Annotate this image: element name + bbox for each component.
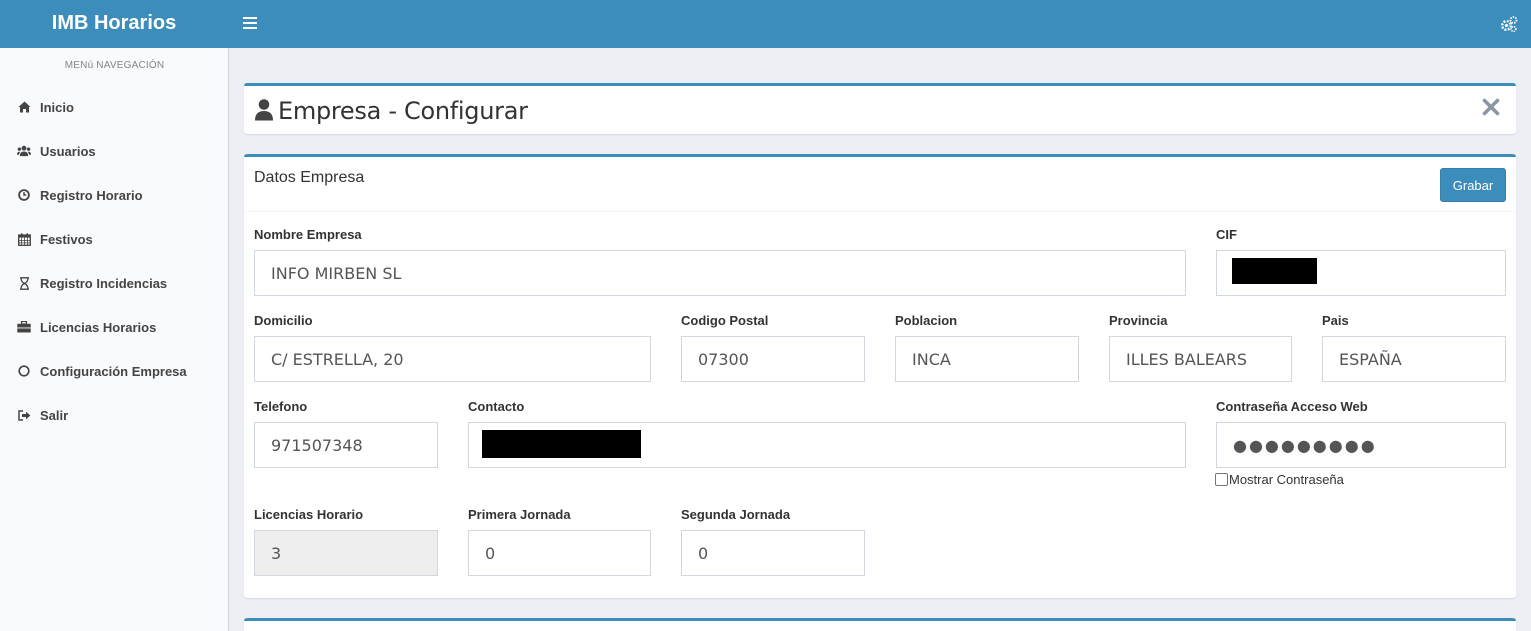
domicilio-label: Domicilio	[254, 313, 313, 328]
users-icon	[17, 144, 31, 158]
primera-jornada-input[interactable]: 0	[468, 530, 651, 576]
calendar-icon	[17, 232, 31, 246]
close-icon[interactable]	[1482, 98, 1500, 116]
next-section-box	[244, 618, 1516, 631]
briefcase-icon	[17, 320, 31, 334]
sidebar-item-registro-horario[interactable]: Registro Horario	[0, 173, 228, 217]
provincia-label: Provincia	[1109, 313, 1168, 328]
top-navbar: IMB Horarios	[0, 0, 1531, 48]
sidebar-item-inicio[interactable]: Inicio	[0, 85, 228, 129]
segunda-jornada-input[interactable]: 0	[681, 530, 865, 576]
home-icon	[17, 100, 31, 114]
provincia-input[interactable]: ILLES BALEARS	[1109, 336, 1292, 382]
company-form-box: Datos Empresa Grabar Nombre Empresa INFO…	[244, 154, 1516, 598]
codigo-postal-label: Codigo Postal	[681, 313, 769, 328]
sidebar-item-festivos[interactable]: Festivos	[0, 217, 228, 261]
page-title-box: Empresa - Configurar	[244, 83, 1516, 134]
sidebar-item-usuarios[interactable]: Usuarios	[0, 129, 228, 173]
poblacion-label: Poblacion	[895, 313, 958, 328]
app-logo[interactable]: IMB Horarios	[0, 0, 228, 48]
telefono-label: Telefono	[254, 399, 308, 414]
show-password-row[interactable]: Mostrar Contraseña	[1215, 472, 1344, 487]
licencias-horario-input: 3	[254, 530, 438, 576]
licencias-horario-label: Licencias Horario	[254, 507, 364, 522]
sidebar-item-label: Salir	[40, 407, 69, 423]
redacted-value	[1232, 258, 1317, 284]
sidebar-item-label: Inicio	[40, 99, 74, 115]
pais-label: Pais	[1322, 313, 1349, 328]
primera-jornada-label: Primera Jornada	[468, 507, 571, 522]
show-password-checkbox[interactable]	[1215, 473, 1228, 486]
redacted-value	[482, 430, 641, 458]
sidebar-item-configuracion-empresa[interactable]: Configuración Empresa	[0, 349, 228, 393]
nombre-empresa-label: Nombre Empresa	[254, 227, 362, 242]
page-title: Empresa - Configurar	[278, 97, 528, 125]
pais-input[interactable]: ESPAÑA	[1322, 336, 1506, 382]
sidebar-item-registro-incidencias[interactable]: Registro Incidencias	[0, 261, 228, 305]
sidebar-item-label: Configuración Empresa	[40, 363, 187, 379]
sidebar-item-label: Festivos	[40, 231, 93, 247]
clock-icon	[17, 188, 31, 202]
sidebar-item-label: Usuarios	[40, 143, 96, 159]
sidebar-header: MENú NAVEGACIÓN	[64, 60, 165, 71]
domicilio-input[interactable]: C/ ESTRELLA, 20	[254, 336, 651, 382]
sidebar-item-label: Registro Incidencias	[40, 275, 168, 291]
sidebar-item-label: Licencias Horarios	[40, 319, 157, 335]
cif-input[interactable]	[1216, 250, 1506, 296]
hamburger-icon[interactable]	[243, 14, 257, 34]
form-header: Datos Empresa Grabar	[244, 157, 1516, 212]
contacto-label: Contacto	[468, 399, 525, 414]
nombre-empresa-input[interactable]: INFO MIRBEN SL	[254, 250, 1186, 296]
cif-label: CIF	[1216, 227, 1237, 242]
password-label: Contraseña Acceso Web	[1216, 399, 1368, 414]
hourglass-icon	[17, 276, 31, 290]
poblacion-input[interactable]: INCA	[895, 336, 1079, 382]
sidebar-item-salir[interactable]: Salir	[0, 393, 228, 437]
sidebar-item-licencias-horarios[interactable]: Licencias Horarios	[0, 305, 228, 349]
codigo-postal-input[interactable]: 07300	[681, 336, 865, 382]
password-value: ●●●●●●●●●	[1233, 435, 1377, 455]
gears-icon[interactable]	[1500, 15, 1518, 33]
section-title: Datos Empresa	[254, 169, 365, 186]
sidebar-item-label: Registro Horario	[40, 187, 143, 203]
telefono-input[interactable]: 971507348	[254, 422, 438, 468]
password-input[interactable]: ●●●●●●●●●	[1216, 422, 1506, 468]
circle-icon	[17, 364, 31, 378]
segunda-jornada-label: Segunda Jornada	[681, 507, 791, 522]
save-button[interactable]: Grabar	[1440, 168, 1506, 202]
show-password-label: Mostrar Contraseña	[1229, 472, 1344, 487]
user-icon	[255, 99, 273, 121]
sign-out-icon	[17, 408, 31, 422]
contacto-input[interactable]	[468, 422, 1186, 468]
sidebar: MENú NAVEGACIÓN Inicio Usuarios Registro…	[0, 48, 229, 631]
